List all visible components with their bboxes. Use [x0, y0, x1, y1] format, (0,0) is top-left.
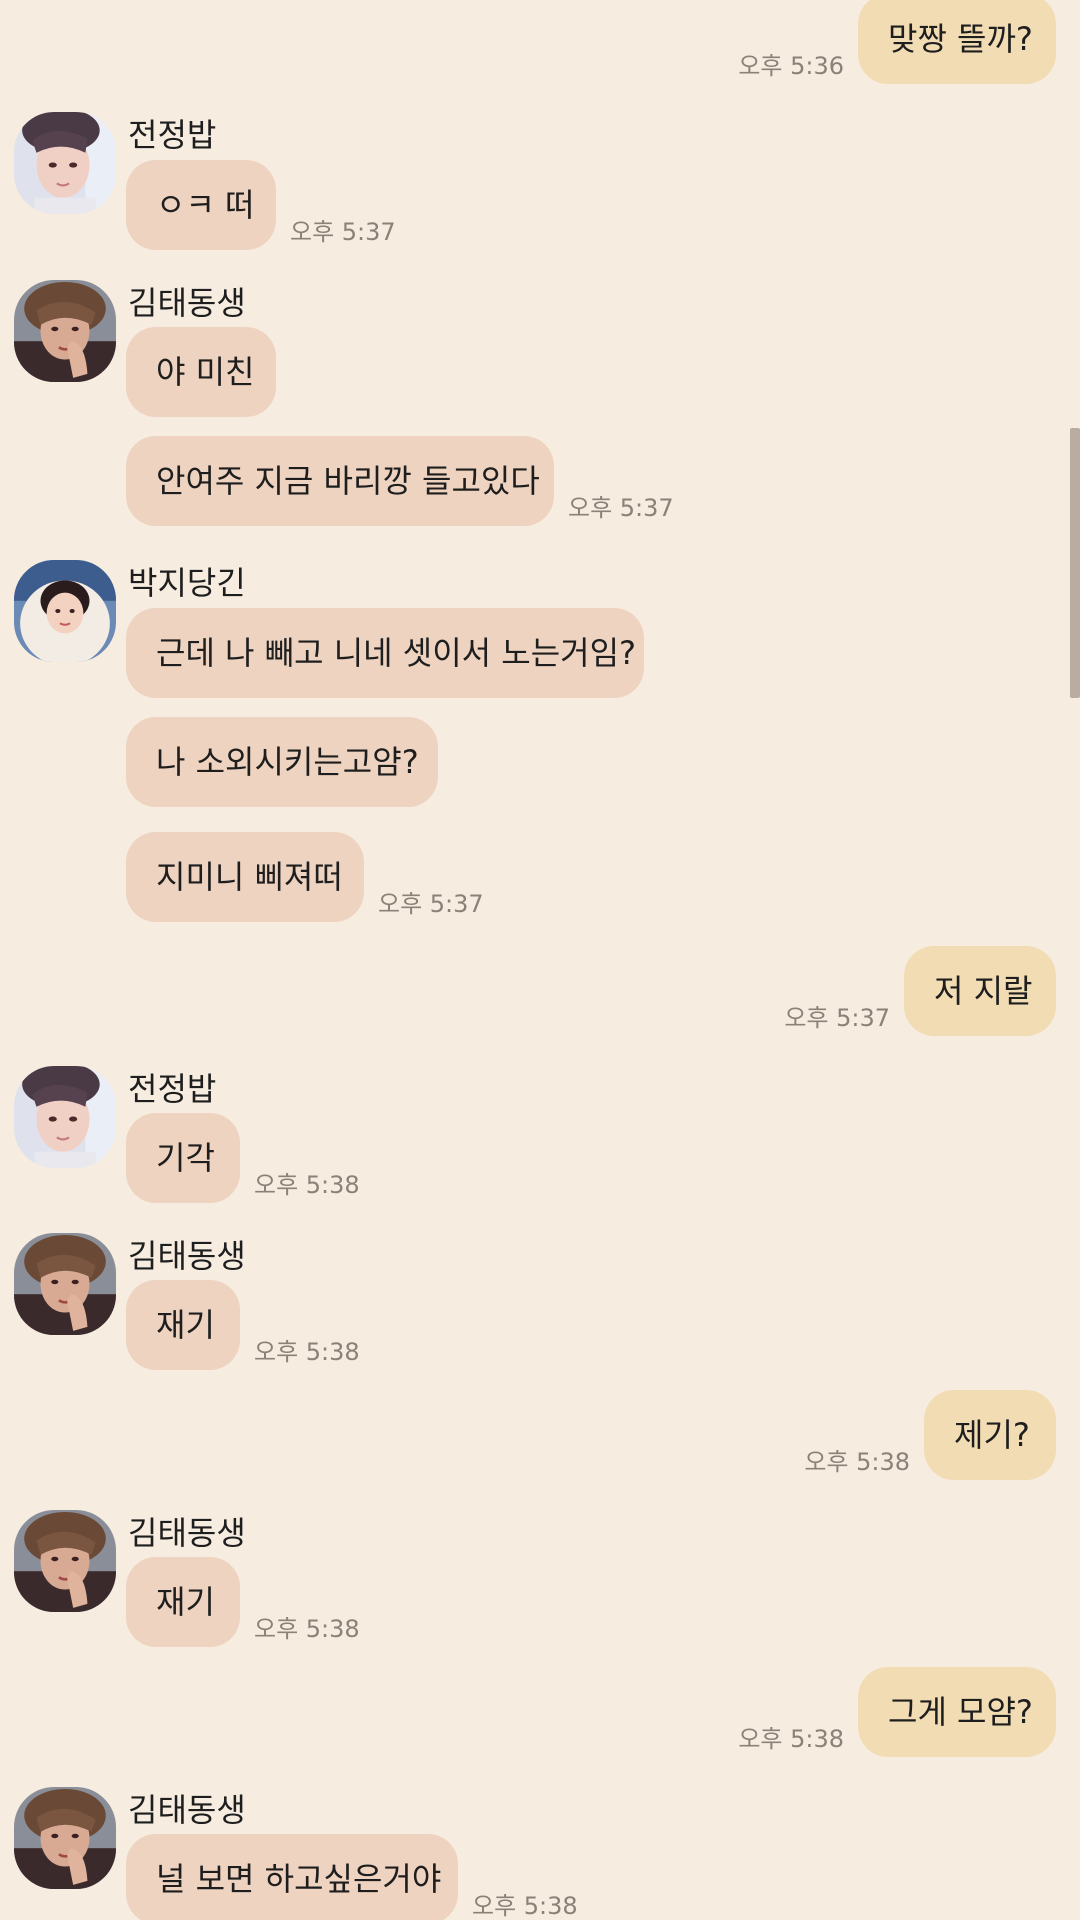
jungkook-avatar[interactable]: [14, 112, 116, 214]
incoming-message-bubble[interactable]: 기각: [126, 1113, 240, 1203]
taehyung-avatar[interactable]: [14, 1787, 116, 1889]
message-timestamp: 오후 5:37: [784, 1004, 890, 1032]
outgoing-message-bubble[interactable]: 맞짱 뜰까?: [858, 0, 1056, 84]
message-timestamp: 오후 5:37: [568, 494, 674, 522]
message-timestamp: 오후 5:38: [804, 1448, 910, 1476]
jungkook-avatar[interactable]: [14, 1066, 116, 1168]
incoming-message-bubble[interactable]: ㅇㅋ 떠: [126, 160, 276, 250]
outgoing-message-bubble[interactable]: 저 지랄: [904, 946, 1056, 1036]
taehyung-avatar[interactable]: [14, 1510, 116, 1612]
incoming-message-bubble[interactable]: 나 소외시키는고얌?: [126, 717, 438, 807]
message-timestamp: 오후 5:38: [738, 1725, 844, 1753]
message-timestamp: 오후 5:37: [290, 218, 396, 246]
sender-name: 김태동생: [128, 1514, 246, 1552]
incoming-message-bubble[interactable]: 안여주 지금 바리깡 들고있다: [126, 436, 554, 526]
taehyung-avatar[interactable]: [14, 280, 116, 382]
outgoing-message-bubble[interactable]: 제기?: [924, 1390, 1056, 1480]
sender-name: 전정밥: [128, 116, 217, 154]
message-timestamp: 오후 5:38: [254, 1171, 360, 1199]
incoming-message-bubble[interactable]: 근데 나 빼고 니네 셋이서 노는거임?: [126, 608, 644, 698]
incoming-message-bubble[interactable]: 야 미친: [126, 327, 276, 417]
message-timestamp: 오후 5:37: [378, 890, 484, 918]
taehyung-avatar[interactable]: [14, 1233, 116, 1335]
sender-name: 전정밥: [128, 1070, 217, 1108]
chat-message-list[interactable]: 맞짱 뜰까? 오후 5:36 전정밥 ㅇㅋ 떠 오후 5:37 김태동생 야 미친 안여주 지…: [0, 0, 1080, 1920]
message-timestamp: 오후 5:36: [738, 52, 844, 80]
incoming-message-bubble[interactable]: 재기: [126, 1557, 240, 1647]
sender-name: 김태동생: [128, 1237, 246, 1275]
jimin-avatar[interactable]: [14, 560, 116, 662]
message-timestamp: 오후 5:38: [254, 1615, 360, 1643]
incoming-message-bubble[interactable]: 지미니 삐져떠: [126, 832, 364, 922]
incoming-message-bubble[interactable]: 널 보면 하고싶은거야: [126, 1834, 458, 1920]
message-timestamp: 오후 5:38: [254, 1338, 360, 1366]
message-timestamp: 오후 5:38: [472, 1892, 578, 1920]
scrollbar[interactable]: [1070, 428, 1080, 698]
outgoing-message-bubble[interactable]: 그게 모얌?: [858, 1667, 1056, 1757]
sender-name: 김태동생: [128, 1791, 246, 1829]
incoming-message-bubble[interactable]: 재기: [126, 1280, 240, 1370]
sender-name: 박지당긴: [128, 564, 246, 602]
sender-name: 김태동생: [128, 284, 246, 322]
